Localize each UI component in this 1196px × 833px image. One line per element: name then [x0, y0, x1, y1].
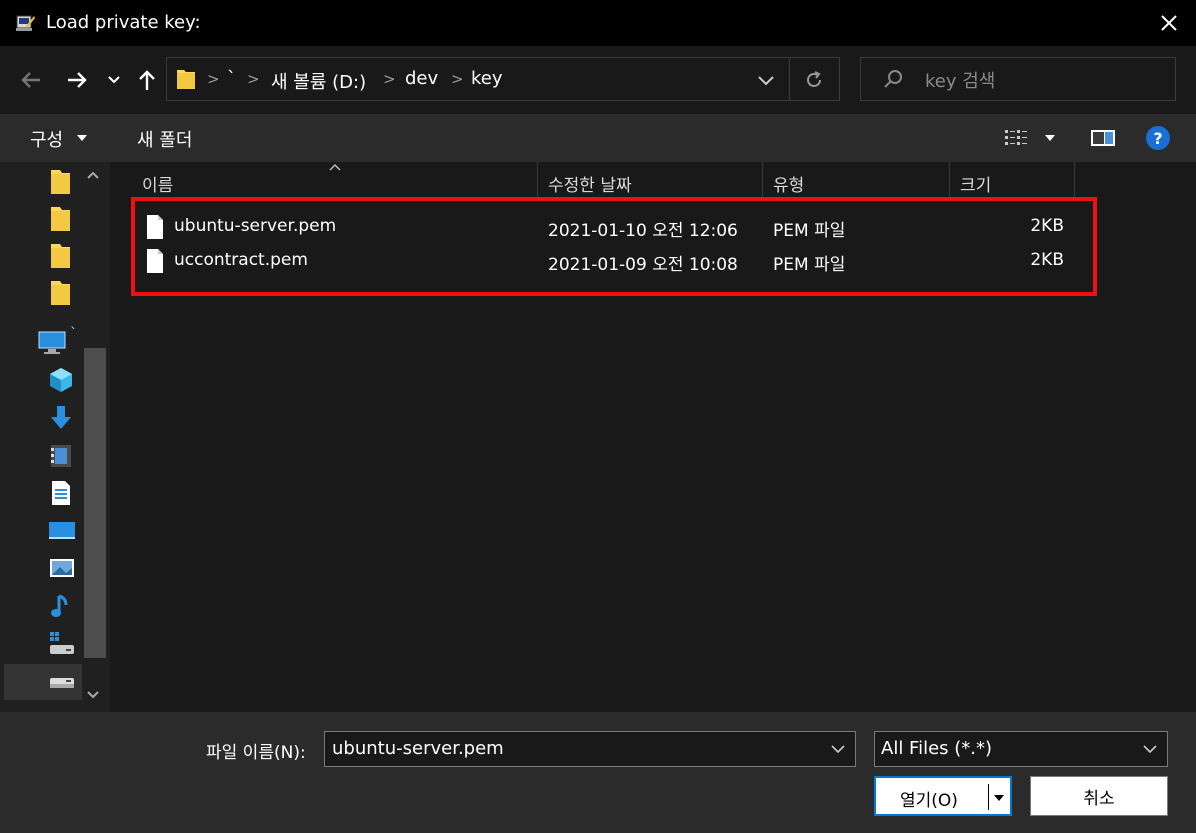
music-icon [51, 594, 68, 617]
search-placeholder[interactable]: key 검색 [925, 67, 995, 93]
forward-button[interactable] [62, 65, 92, 95]
help-icon: ? [1153, 128, 1163, 148]
sidebar-item-3d-objects[interactable] [48, 366, 78, 396]
help-button[interactable]: ? [1146, 126, 1170, 150]
chevron-down-icon[interactable] [755, 70, 777, 90]
sidebar-item-desktop[interactable] [48, 517, 78, 547]
recent-locations-button[interactable] [102, 65, 126, 95]
sidebar-item-videos[interactable] [48, 442, 78, 472]
scroll-up-icon[interactable] [86, 170, 100, 180]
navigation-pane: ` [0, 162, 110, 712]
divider [789, 58, 790, 100]
address-bar[interactable]: > ` > 새 볼륨 (D:) > dev > key [166, 57, 840, 101]
filename-input[interactable]: ubuntu-server.pem [324, 731, 856, 767]
breadcrumb-chevron-icon: > [451, 70, 464, 88]
refresh-icon[interactable] [803, 69, 825, 91]
breadcrumb-chevron-icon: > [207, 70, 220, 88]
sidebar-item-folder[interactable] [48, 279, 78, 309]
new-folder-button[interactable]: 새 폴더 [137, 126, 192, 152]
sidebar-item-label: ` [70, 326, 77, 342]
navigation-bar: > ` > 새 볼륨 (D:) > dev > key key 검색 [0, 46, 1196, 114]
close-icon [1161, 15, 1177, 31]
organize-button[interactable]: 구성 [30, 126, 63, 152]
sidebar-item-folder[interactable] [48, 205, 78, 235]
scrollbar-thumb[interactable] [84, 348, 106, 658]
window-title: Load private key: [46, 12, 201, 33]
breadcrumb-item[interactable]: key [471, 68, 503, 89]
caret-down-icon[interactable] [992, 793, 1006, 803]
title-bar: Load private key: [0, 0, 1196, 46]
file-list: 이름 수정한 날짜 유형 크기 ubuntu-server.pem 2021-0… [110, 162, 1196, 712]
search-icon [884, 70, 902, 88]
arrow-right-icon [68, 72, 87, 88]
search-box[interactable]: key 검색 [860, 57, 1176, 101]
preview-pane-icon[interactable] [1090, 128, 1116, 148]
sidebar-item-downloads[interactable] [48, 404, 78, 434]
open-button[interactable]: 열기(O) [874, 776, 1012, 816]
scroll-down-icon[interactable] [86, 690, 100, 700]
sidebar-item-drive-d[interactable] [48, 668, 78, 698]
back-button[interactable] [16, 65, 46, 95]
arrow-up-icon [139, 70, 155, 90]
column-divider[interactable] [949, 162, 950, 198]
videos-icon [51, 445, 71, 467]
sidebar-item-this-pc[interactable]: ` [38, 326, 84, 360]
sort-ascending-icon [329, 163, 341, 171]
sidebar-item-documents[interactable] [48, 479, 78, 509]
chevron-down-icon [108, 76, 120, 84]
up-button[interactable] [132, 65, 162, 95]
column-divider[interactable] [537, 162, 538, 198]
local-disk-c-icon [50, 632, 74, 654]
folder-icon [51, 281, 70, 305]
breadcrumb-item[interactable]: 새 볼륨 (D:) [271, 68, 366, 94]
breadcrumb-chevron-icon: > [247, 70, 260, 88]
folder-icon [51, 207, 70, 231]
pictures-icon [50, 559, 74, 577]
folder-icon [177, 70, 195, 89]
sidebar-item-music[interactable] [48, 592, 78, 622]
desktop-icon [49, 522, 75, 539]
filename-label: 파일 이름(N): [206, 743, 306, 763]
open-label: 열기(O) [900, 791, 958, 811]
column-divider[interactable] [1074, 162, 1075, 198]
filename-value[interactable]: ubuntu-server.pem [332, 738, 504, 759]
3d-objects-icon [50, 368, 72, 392]
command-toolbar: 구성 새 폴더 ? [0, 114, 1196, 162]
putty-key-icon [16, 15, 35, 31]
close-button[interactable] [1142, 0, 1196, 46]
folder-icon [51, 244, 70, 268]
sidebar-item-pictures[interactable] [48, 554, 78, 584]
column-divider[interactable] [762, 162, 763, 198]
highlight-annotation [131, 197, 1097, 296]
file-type-select[interactable]: All Files (*.*) [874, 731, 1168, 767]
sidebar-item-folder[interactable] [48, 168, 78, 198]
file-dialog: Load private key: > ` > 새 볼륨 (D:) > dev … [0, 0, 1196, 833]
downloads-icon [51, 406, 71, 429]
file-type-value[interactable]: All Files (*.*) [881, 738, 992, 759]
cancel-button[interactable]: 취소 [1030, 776, 1168, 816]
breadcrumb-item[interactable]: dev [405, 68, 438, 89]
arrow-left-icon [21, 72, 40, 88]
computer-icon [38, 331, 66, 354]
chevron-down-icon[interactable] [1143, 745, 1157, 754]
caret-down-icon [77, 135, 87, 141]
chevron-down-icon[interactable] [831, 745, 845, 754]
view-options-icon[interactable] [1004, 128, 1030, 148]
sidebar-item-local-disk-c[interactable] [48, 630, 78, 660]
split-divider [988, 784, 989, 810]
drive-d-icon [50, 678, 74, 688]
dialog-footer: 파일 이름(N): ubuntu-server.pem All Files (*… [0, 712, 1196, 833]
breadcrumb-chevron-icon: > [383, 70, 396, 88]
caret-down-icon[interactable] [1044, 134, 1056, 142]
documents-icon [52, 481, 70, 505]
sidebar-item-folder[interactable] [48, 242, 78, 272]
breadcrumb-item[interactable]: ` [227, 68, 236, 89]
folder-icon [51, 170, 70, 194]
